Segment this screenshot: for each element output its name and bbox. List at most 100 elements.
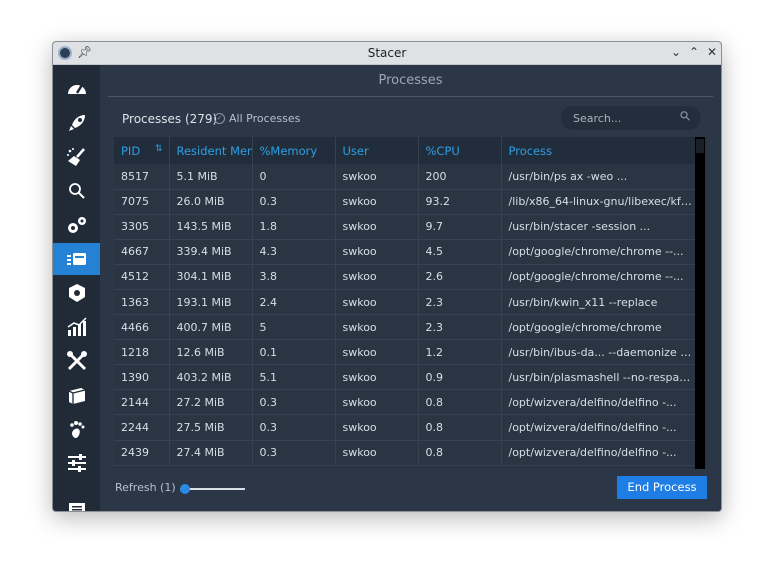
table-cell: /lib/x86_64-linux-gnu/libexec/kf5/...	[501, 189, 696, 215]
sidebar-item-resources[interactable]	[53, 311, 100, 343]
table-header: PID ⇅ Resident Memory %Memory User %CPU P…	[114, 137, 696, 164]
column-header-pid[interactable]: PID ⇅	[114, 137, 170, 164]
table-row[interactable]: 1363 193.1 MiB 2.4 swkoo 2.3/usr/bin/kwin_x1…	[114, 289, 696, 316]
table-cell: 200	[418, 164, 502, 190]
table-cell: 2.3	[418, 314, 502, 341]
table-cell: 27.5 MiB	[169, 414, 253, 441]
table-cell: /opt/google/chrome/chrome	[501, 314, 696, 341]
package-icon	[68, 284, 85, 302]
sidebar-item-settings[interactable]	[53, 447, 100, 479]
table-cell: 26.0 MiB	[169, 189, 253, 215]
column-header-memory-percent[interactable]: %Memory	[252, 137, 336, 164]
all-processes-toggle[interactable]: ✓ All Processes	[214, 112, 300, 125]
column-header-process[interactable]: Process	[501, 137, 696, 164]
sidebar-item-services[interactable]	[53, 209, 100, 241]
column-header-cpu-percent[interactable]: %CPU	[418, 137, 502, 164]
table-cell: 4466	[114, 314, 170, 341]
message-icon	[68, 503, 85, 511]
table-scrollbar[interactable]	[695, 137, 705, 469]
sidebar-item-helpers[interactable]	[53, 345, 100, 377]
box-icon	[68, 388, 85, 404]
minimize-icon[interactable]: ⌄	[671, 45, 681, 59]
maximize-icon[interactable]: ⌃	[689, 45, 699, 59]
table-cell: 5.1	[252, 364, 336, 391]
table-cell: /usr/bin/kwin_x11 --replace	[501, 289, 696, 316]
search-box[interactable]: ⚲	[561, 106, 701, 130]
search-input[interactable]	[573, 109, 673, 127]
column-label: PID	[121, 143, 141, 158]
table-cell: 0.3	[252, 414, 336, 441]
slider-handle[interactable]	[180, 484, 190, 494]
table-row[interactable]: 7075 26.0 MiB 0.3 swkoo 93.2/lib/x86_64-linu…	[114, 189, 696, 215]
sidebar-item-uninstaller[interactable]	[53, 277, 100, 309]
table-cell: 3.8	[252, 264, 336, 290]
sidebar-item-gnome-settings[interactable]	[53, 413, 100, 445]
table-cell: 2.3	[418, 289, 502, 316]
titlebar: 📌︎ Stacer ⌄ ⌃ ✕	[53, 42, 721, 65]
sidebar-item-feedback[interactable]	[53, 495, 100, 511]
window-title: Stacer	[367, 46, 407, 60]
table-row[interactable]: 2244 27.5 MiB 0.3 swkoo 0.8/opt/wizvera/delf…	[114, 414, 696, 441]
table-row[interactable]: 1390 403.2 MiB 5.1 swkoo 0.9/usr/bin/plasmas…	[114, 364, 696, 391]
gears-icon	[67, 217, 86, 233]
table-cell: swkoo	[335, 214, 419, 240]
broom-icon	[66, 148, 85, 166]
table-cell: 0.3	[252, 389, 336, 416]
table-row[interactable]: 1218 12.6 MiB 0.1 swkoo 1.2/usr/bin/ibus-da.…	[114, 339, 696, 366]
table-cell: 93.2	[418, 189, 502, 215]
table-cell: 193.1 MiB	[169, 289, 253, 316]
process-table: PID ⇅ Resident Memory %Memory User %CPU P…	[114, 137, 708, 469]
table-cell: 2.4	[252, 289, 336, 316]
table-cell: 1.2	[418, 339, 502, 366]
table-cell: 4.5	[418, 239, 502, 265]
scrollbar-thumb[interactable]	[696, 139, 704, 153]
column-header-resident-memory[interactable]: Resident Memory	[169, 137, 253, 164]
table-cell: 1218	[114, 339, 170, 366]
table-cell: 0.8	[418, 389, 502, 416]
table-row[interactable]: 2144 27.2 MiB 0.3 swkoo 0.8/opt/wizvera/delf…	[114, 389, 696, 416]
stacer-window: 📌︎ Stacer ⌄ ⌃ ✕ Processes Processes (279…	[52, 41, 722, 512]
table-cell: swkoo	[335, 364, 419, 391]
table-cell: 1.8	[252, 214, 336, 240]
table-row[interactable]: 4512 304.1 MiB 3.8 swkoo 2.6/opt/google/chro…	[114, 264, 696, 290]
checkbox-icon[interactable]: ✓	[214, 113, 225, 124]
table-row[interactable]: 2439 27.4 MiB 0.3 swkoo 0.8/opt/wizvera/delf…	[114, 440, 696, 466]
table-row[interactable]: 4667 339.4 MiB 4.3 swkoo 4.5/opt/google/chro…	[114, 239, 696, 265]
table-row[interactable]: 3305 143.5 MiB 1.8 swkoo 9.7/usr/bin/stacer …	[114, 214, 696, 240]
processes-icon	[66, 253, 86, 265]
page-title: Processes	[378, 73, 443, 88]
refresh-label: Refresh (1)	[115, 481, 176, 494]
table-row[interactable]: 4466 400.7 MiB 5 swkoo 2.3/opt/google/chrome…	[114, 314, 696, 341]
sort-icon: ⇅	[154, 143, 163, 154]
table-cell: swkoo	[335, 164, 419, 190]
sidebar-item-search[interactable]	[53, 175, 100, 207]
speedometer-icon	[67, 84, 86, 94]
close-icon[interactable]: ✕	[707, 45, 717, 59]
sidebar-item-system-cleaner[interactable]	[53, 141, 100, 173]
table-cell: swkoo	[335, 414, 419, 441]
table-cell: 0.8	[418, 414, 502, 441]
sidebar-item-processes[interactable]	[53, 243, 100, 275]
table-cell: 400.7 MiB	[169, 314, 253, 341]
search-icon[interactable]: ⚲	[678, 108, 695, 125]
refresh-slider[interactable]	[180, 484, 245, 494]
end-process-button[interactable]: End Process	[617, 476, 707, 499]
table-row[interactable]: 8517 5.1 MiB 0 swkoo 200/usr/bin/ps ax -weo …	[114, 164, 696, 190]
sidebar-item-apt-repository[interactable]	[53, 379, 100, 411]
sliders-icon	[67, 454, 86, 472]
rocket-icon	[68, 115, 85, 131]
sidebar-item-startup-apps[interactable]	[53, 107, 100, 139]
table-cell: /opt/wizvera/delfino/delfino -...	[501, 389, 696, 416]
column-header-user[interactable]: User	[335, 137, 419, 164]
sidebar-item-dashboard[interactable]	[53, 73, 100, 105]
table-cell: 1390	[114, 364, 170, 391]
tools-icon	[66, 351, 87, 371]
table-cell: swkoo	[335, 389, 419, 416]
table-cell: swkoo	[335, 339, 419, 366]
table-cell: 304.1 MiB	[169, 264, 253, 290]
table-cell: /usr/bin/ps ax -weo ...	[501, 164, 696, 190]
table-cell: 2439	[114, 440, 170, 466]
search-icon	[68, 183, 85, 199]
table-cell: swkoo	[335, 314, 419, 341]
table-cell: /usr/bin/plasmashell --no-respawn	[501, 364, 696, 391]
